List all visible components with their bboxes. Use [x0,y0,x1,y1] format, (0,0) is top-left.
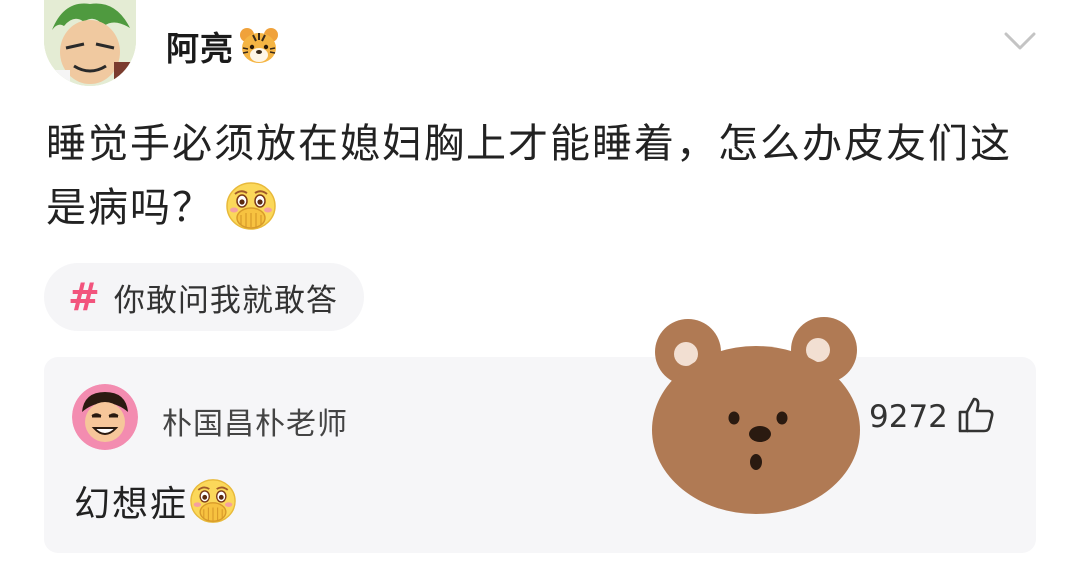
commenter-avatar-image [72,384,138,450]
like-count: 9272 [869,399,948,435]
post-text-content: 睡觉手必须放在媳妇胸上才能睡着，怎么办皮友们这是病吗？ [46,121,1012,231]
topic-tag[interactable]: # 你敢问我就敢答 [44,263,364,331]
bear-face-sticker [652,317,860,514]
chevron-down-icon[interactable] [1000,26,1040,56]
face-covering-mouth-icon [226,182,276,230]
hashtag-icon: # [68,275,100,319]
author-avatar[interactable] [44,0,136,86]
comment-text: 幻想症 [74,475,238,527]
thumbs-up-icon[interactable] [956,395,996,435]
hot-comment-card[interactable]: 朴国昌朴老师 幻想症 9272 [44,357,1036,553]
comment-text-content: 幻想症 [74,484,189,525]
post-text: 睡觉手必须放在媳妇胸上才能睡着，怎么办皮友们这是病吗？ [46,112,1046,240]
topic-label: 你敢问我就敢答 [113,282,338,319]
commenter-name[interactable]: 朴国昌朴老师 [162,399,348,443]
author-avatar-image [44,0,136,86]
tiger-face-icon [240,28,278,63]
author-name[interactable]: 阿亮 [166,22,280,70]
commenter-avatar[interactable] [72,384,138,450]
face-covering-mouth-icon [190,479,236,523]
author-name-label: 阿亮 [166,29,234,68]
